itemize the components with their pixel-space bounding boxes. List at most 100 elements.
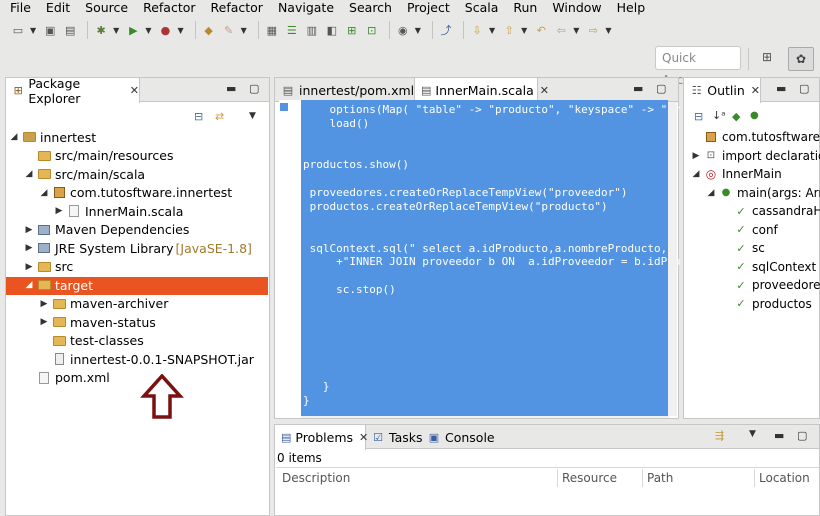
hide-fields-icon[interactable]: ◆ (732, 110, 740, 123)
filter-icon[interactable]: ⇶ (715, 429, 724, 442)
forward-dropdown-icon[interactable]: ▼ (605, 26, 611, 35)
expanded-twisty-icon[interactable]: ◢ (38, 188, 50, 198)
collapsed-twisty-icon[interactable]: ▶ (23, 225, 35, 235)
tree-item[interactable]: ◢ com.tutosftware.innertest (38, 184, 233, 203)
outline-item[interactable]: ✓ conf (720, 221, 777, 240)
minimize-icon[interactable]: ▬ (633, 82, 643, 95)
expanded-twisty-icon[interactable]: ◢ (8, 132, 20, 142)
editor-vertical-scrollbar[interactable] (668, 102, 677, 416)
menu-item-edit[interactable]: Edit (36, 0, 75, 16)
search-dropdown-icon[interactable]: ▼ (415, 26, 421, 35)
collapsed-twisty-icon[interactable]: ▶ (38, 317, 50, 327)
javadoc-icon[interactable]: ▥ (304, 22, 320, 38)
hide-static-icon[interactable]: ● (750, 110, 759, 121)
scala-object-icon[interactable]: ⊡ (364, 22, 380, 38)
scala-class-icon[interactable]: ⊞ (344, 22, 360, 38)
outline-item[interactable]: ◢ ● main(args: Array (705, 184, 820, 203)
close-icon[interactable]: ✕ (540, 84, 549, 97)
view-menu-icon[interactable]: ▼ (749, 429, 756, 439)
column-header-description[interactable]: Description (282, 469, 350, 487)
expanded-twisty-icon[interactable]: ◢ (705, 188, 717, 198)
new-icon[interactable]: ▭ (10, 22, 26, 38)
collapsed-twisty-icon[interactable]: ▶ (23, 243, 35, 253)
debug-icon[interactable]: ✱ (93, 22, 109, 38)
menu-item-search[interactable]: Search (339, 0, 397, 16)
menu-item-navigate[interactable]: Navigate (268, 0, 339, 16)
next-annotation-dropdown-icon[interactable]: ▼ (489, 26, 495, 35)
outline-item[interactable]: com.tutosftware.in (690, 128, 820, 147)
sort-icon[interactable]: ↓ᵃ (712, 109, 726, 122)
column-header-location[interactable]: Location (759, 469, 810, 487)
tree-item[interactable]: src/main/resources (23, 147, 173, 166)
new-project-icon[interactable]: ◆ (201, 22, 217, 38)
menu-item-file[interactable]: File (0, 0, 36, 16)
menu-item-window[interactable]: Window (542, 0, 606, 16)
tree-item[interactable]: ▶ maven-status (38, 313, 156, 332)
tree-item[interactable]: ▶ InnerMain.scala (53, 202, 184, 221)
tree-item[interactable]: ◢ innertest (8, 128, 97, 147)
new-dropdown-icon[interactable]: ▼ (30, 26, 36, 35)
prev-annotation-icon[interactable]: ⇧ (501, 22, 517, 38)
collapsed-twisty-icon[interactable]: ▶ (23, 262, 35, 272)
maximize-icon[interactable]: ▢ (799, 82, 809, 95)
minimize-icon[interactable]: ▬ (226, 82, 236, 95)
scala-worksheet-icon[interactable]: ◧ (324, 22, 340, 38)
menu-item-run[interactable]: Run (503, 0, 542, 16)
maximize-icon[interactable]: ▢ (249, 82, 259, 95)
back-icon[interactable]: ⇦ (553, 22, 569, 38)
open-type-icon[interactable]: ✎ (221, 22, 237, 38)
outline-item[interactable]: ◢ ◎ InnerMain (690, 165, 782, 184)
tree-item[interactable]: test-classes (38, 332, 144, 351)
back-dropdown-icon[interactable]: ▼ (573, 26, 579, 35)
collapsed-twisty-icon[interactable]: ▶ (690, 151, 702, 161)
next-annotation-icon[interactable]: ⇩ (469, 22, 485, 38)
tab-outline[interactable]: ☷ Outlin ✕ (683, 78, 761, 103)
minimize-icon[interactable]: ▬ (774, 429, 784, 442)
expanded-twisty-icon[interactable]: ◢ (23, 169, 35, 179)
quick-access-field[interactable]: Quick Access (655, 46, 741, 87)
save-icon[interactable]: ▣ (42, 22, 58, 38)
expanded-twisty-icon[interactable]: ◢ (690, 169, 702, 179)
pin-icon[interactable]: ⤴ (438, 22, 454, 38)
outline-collapse-icon[interactable]: ⊟ (694, 110, 703, 123)
debug-dropdown-icon[interactable]: ▼ (113, 26, 119, 35)
tab-package-explorer[interactable]: ⊞ Package Explorer ✕ (5, 76, 140, 106)
tab-tasks[interactable]: ☑ Tasks (365, 425, 425, 449)
tree-item[interactable]: pom.xml (23, 369, 110, 388)
tab-problems[interactable]: ▤ Problems ✕ (274, 425, 368, 450)
tree-item[interactable]: ▶ JRE System Library [JavaSE-1.8] (23, 239, 252, 258)
tab-pom-xml[interactable]: ▤ innertest/pom.xml (275, 78, 415, 102)
last-edit-icon[interactable]: ↶ (533, 22, 549, 38)
open-type-dropdown-icon[interactable]: ▼ (241, 26, 247, 35)
forward-icon[interactable]: ⇨ (585, 22, 601, 38)
menu-item-project[interactable]: Project (397, 0, 455, 16)
scala-perspective-icon[interactable]: ✿ (788, 47, 814, 71)
maximize-icon[interactable]: ▢ (656, 82, 666, 95)
outline-item[interactable]: ✓ proveedores (720, 276, 820, 295)
tree-item[interactable]: ▶ src (23, 258, 74, 277)
tab-console[interactable]: ▣ Console (421, 425, 501, 449)
fold-marker-icon[interactable] (280, 103, 288, 111)
close-icon[interactable]: ✕ (751, 84, 760, 97)
menu-item-source[interactable]: Source (75, 0, 133, 16)
external-tools-icon[interactable]: ● (157, 22, 173, 38)
collapsed-twisty-icon[interactable]: ▶ (53, 206, 65, 216)
column-header-resource[interactable]: Resource (562, 469, 617, 487)
open-perspective-icon[interactable]: ⊞ (758, 50, 776, 68)
tree-item[interactable]: ◢ target (23, 276, 93, 295)
tree-item[interactable]: ▶ Maven Dependencies (23, 221, 190, 240)
run-dropdown-icon[interactable]: ▼ (145, 26, 151, 35)
collapse-all-icon[interactable]: ⊟ (194, 110, 203, 123)
link-with-editor-icon[interactable]: ⇄ (215, 110, 224, 123)
run-icon[interactable]: ▶ (125, 22, 141, 38)
search-icon[interactable]: ◉ (395, 22, 411, 38)
outline-item[interactable]: ✓ cassandraHos (720, 202, 820, 221)
close-icon[interactable]: ✕ (130, 84, 139, 97)
tree-item[interactable]: ◢ src/main/scala (23, 165, 146, 184)
editor-horizontal-scrollbar[interactable] (301, 416, 669, 418)
outline-item[interactable]: ✓ productos (720, 295, 811, 314)
tree-item[interactable]: ▶ maven-archiver (38, 295, 169, 314)
prev-annotation-dropdown-icon[interactable]: ▼ (521, 26, 527, 35)
external-tools-dropdown-icon[interactable]: ▼ (177, 26, 183, 35)
outline-item[interactable]: ✓ sc (720, 239, 764, 258)
